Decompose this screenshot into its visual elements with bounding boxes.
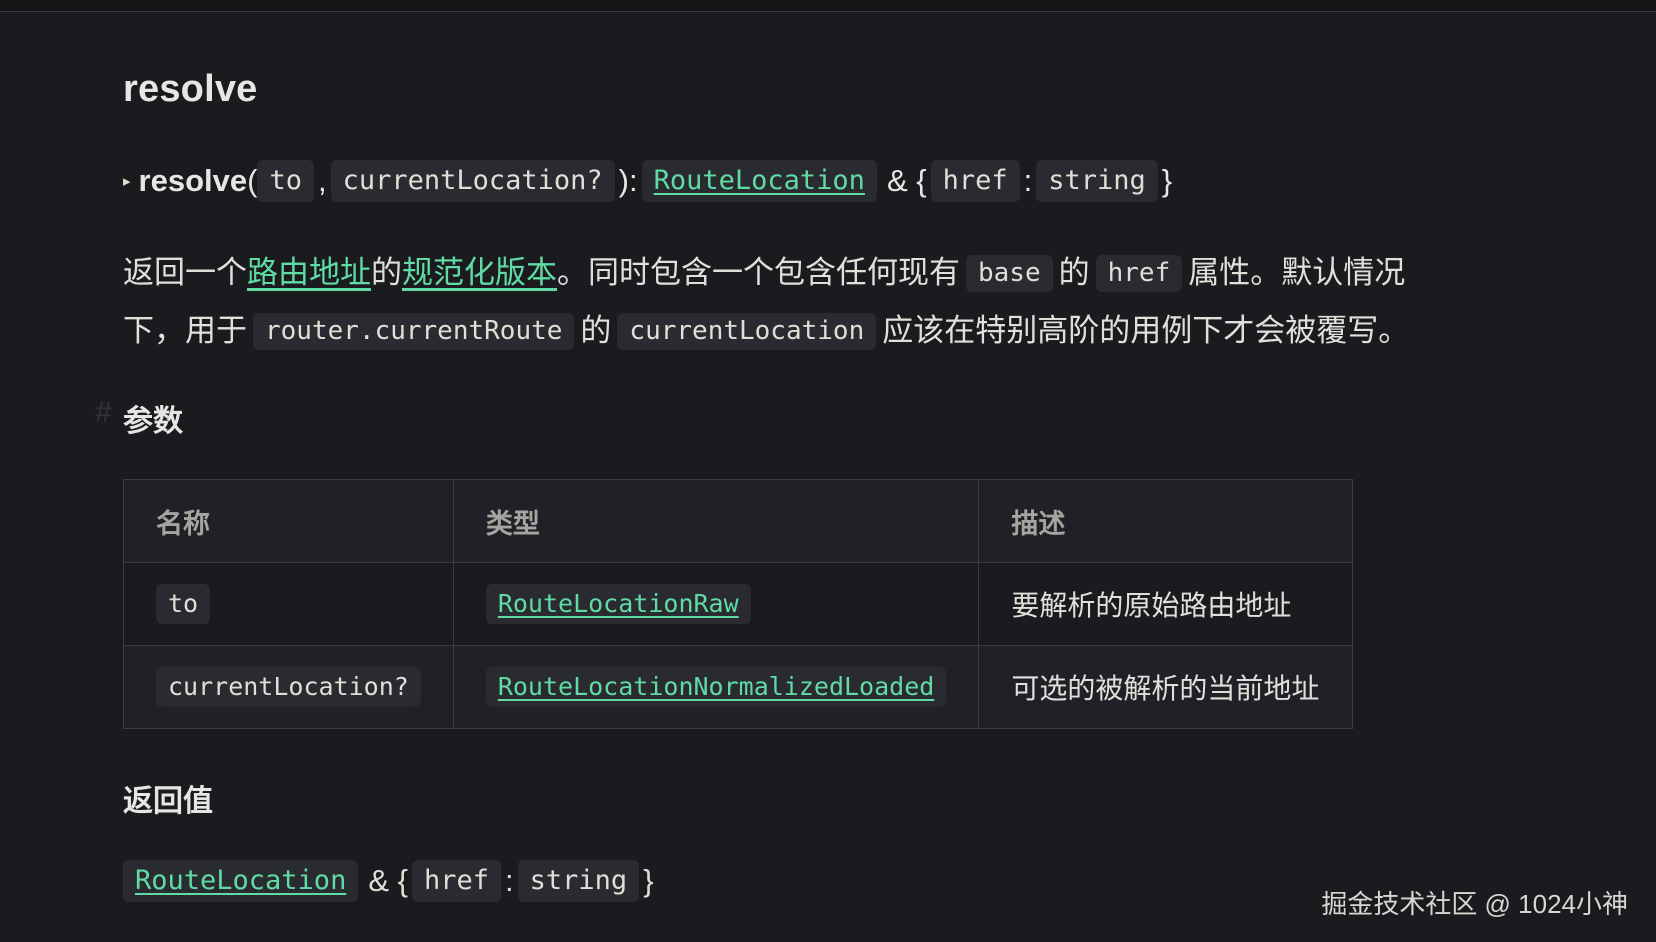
return-colon: : xyxy=(505,863,514,899)
desc-text: 下，用于 xyxy=(123,313,247,348)
params-table: 名称 类型 描述 to RouteLocationRaw 要解析的原始路由地址 … xyxy=(123,479,1354,729)
params-heading-text: 参数 xyxy=(123,405,183,438)
returns-heading: 返回值 xyxy=(123,785,213,818)
signature-href-key: href xyxy=(930,160,1020,203)
code-base: base xyxy=(966,255,1053,293)
param-type-cell: RouteLocationRaw xyxy=(452,562,980,646)
return-route-location-link[interactable]: RouteLocation xyxy=(123,860,359,903)
return-type-signature: RouteLocation & { href : string } xyxy=(123,860,658,903)
signature-param-current-location: currentLocation? xyxy=(330,160,615,203)
table-row: to RouteLocationRaw 要解析的原始路由地址 xyxy=(123,562,1354,646)
signature-name: resolve xyxy=(138,163,248,199)
code-router-current-route: router.currentRoute xyxy=(253,313,575,351)
return-amp-brace: & { xyxy=(368,863,408,899)
column-header-type: 类型 xyxy=(452,479,980,563)
signature-colon: : xyxy=(1023,163,1033,199)
param-name: to xyxy=(156,584,211,624)
return-close-brace: } xyxy=(643,863,654,899)
desc-text: 属性。默认情况 xyxy=(1188,255,1406,290)
signature-string-type: string xyxy=(1036,160,1158,203)
description-paragraph: 返回一个路由地址的规范化版本。同时包含一个包含任何现有 base 的 href 属性。默… xyxy=(123,244,1543,360)
column-header-name: 名称 xyxy=(123,479,454,563)
signature-param-to: to xyxy=(257,160,314,203)
desc-text: 返回一个 xyxy=(123,255,247,290)
watermark: 掘金技术社区 @ 1024小神 xyxy=(1321,889,1628,919)
desc-text: 的 xyxy=(371,255,402,290)
method-heading: resolve xyxy=(123,68,258,110)
desc-text: 的 xyxy=(1058,255,1090,290)
method-signature: ▸ resolve ( to , currentLocation? ): Rou… xyxy=(123,160,1176,203)
normalized-version-link[interactable]: 规范化版本 xyxy=(402,255,557,290)
route-location-link[interactable]: RouteLocation xyxy=(641,160,877,203)
desc-text: 的 xyxy=(580,313,612,348)
param-name-cell: to xyxy=(123,562,454,646)
param-name-cell: currentLocation? xyxy=(123,645,454,729)
code-href: href xyxy=(1095,255,1183,293)
return-href-key: href xyxy=(411,860,502,903)
top-bar xyxy=(0,0,1656,12)
param-type-cell: RouteLocationNormalizedLoaded xyxy=(452,645,980,729)
caret-right-icon: ▸ xyxy=(123,173,131,191)
params-heading: # 参数 xyxy=(95,396,183,440)
table-row: currentLocation? RouteLocationNormalized… xyxy=(123,645,1354,729)
desc-text: 应该在特别高阶的用例下才会被覆写。 xyxy=(882,313,1410,348)
signature-amp-brace: & { xyxy=(886,163,927,199)
desc-text: 。同时包含一个包含任何现有 xyxy=(557,255,960,290)
code-current-location: currentLocation xyxy=(617,313,877,351)
route-location-normalized-loaded-link[interactable]: RouteLocationNormalizedLoaded xyxy=(485,667,947,707)
signature-comma: , xyxy=(317,163,327,199)
return-string-type: string xyxy=(517,860,640,903)
param-desc-cell: 可选的被解析的当前地址 xyxy=(978,645,1354,729)
route-location-raw-link[interactable]: RouteLocationRaw xyxy=(485,584,751,624)
column-header-description: 描述 xyxy=(978,479,1354,563)
param-name: currentLocation? xyxy=(156,667,421,707)
signature-close-paren: ): xyxy=(618,163,638,199)
header-anchor-link[interactable]: # xyxy=(95,396,112,430)
signature-close-brace: } xyxy=(1161,163,1173,199)
table-header-row: 名称 类型 描述 xyxy=(123,479,1354,563)
param-desc-cell: 要解析的原始路由地址 xyxy=(978,562,1354,646)
route-location-doc-link[interactable]: 路由地址 xyxy=(247,255,371,290)
signature-open-paren: ( xyxy=(247,163,258,199)
